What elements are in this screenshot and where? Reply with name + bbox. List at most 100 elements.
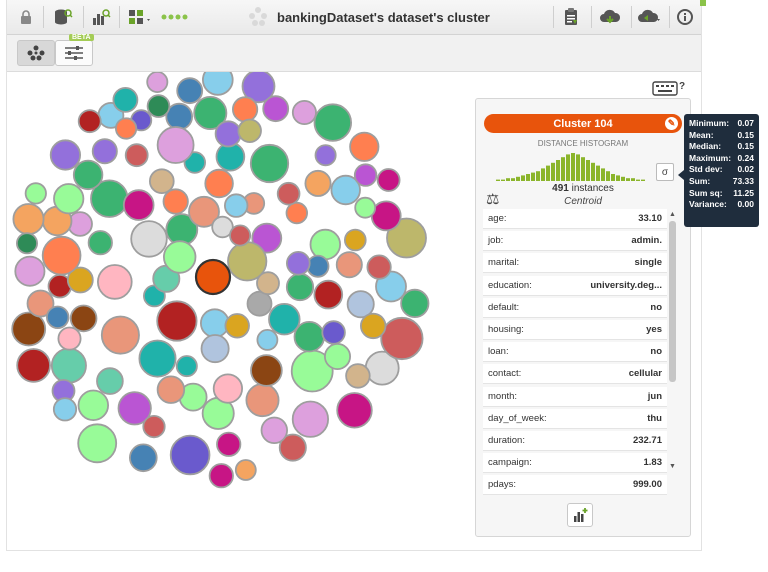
cluster-bubble[interactable]	[176, 77, 204, 105]
model-split-icon[interactable]	[125, 5, 155, 29]
cluster-bubble[interactable]	[46, 305, 70, 330]
cluster-bubble[interactable]	[77, 423, 118, 464]
cluster-bubble[interactable]	[250, 354, 283, 387]
selected-cluster-bubble[interactable]	[194, 258, 232, 296]
cluster-bubble[interactable]	[16, 348, 51, 383]
cluster-bubble[interactable]	[366, 254, 392, 280]
cluster-bubble[interactable]	[314, 144, 337, 167]
cluster-bubble[interactable]	[57, 326, 82, 351]
cluster-bubble[interactable]	[260, 416, 288, 445]
cluster-bubble[interactable]	[72, 159, 104, 191]
cluster-bubble[interactable]	[323, 342, 351, 370]
cluster-bubble[interactable]	[146, 94, 171, 118]
scroll-down-icon[interactable]: ▼	[668, 463, 677, 472]
cluster-bubble[interactable]	[293, 321, 326, 353]
cluster-bubble[interactable]	[313, 103, 352, 142]
cluster-bubble[interactable]	[204, 168, 234, 199]
cluster-bubble[interactable]	[12, 203, 45, 236]
cluster-bubble[interactable]	[169, 434, 211, 476]
cluster-bubble[interactable]	[245, 383, 280, 418]
cluster-bubble[interactable]	[156, 375, 186, 404]
cluster-bubble[interactable]	[77, 109, 102, 134]
cluster-bubble[interactable]	[214, 120, 242, 148]
cluster-bubble[interactable]	[370, 200, 402, 232]
cluster-bubble[interactable]	[246, 290, 273, 317]
cluster-bubble[interactable]	[376, 168, 401, 192]
cluster-bubble[interactable]	[14, 255, 46, 287]
cluster-bubble[interactable]	[256, 271, 280, 296]
cluster-bubble[interactable]	[97, 264, 133, 300]
cluster-bubble[interactable]	[268, 302, 301, 336]
cluster-bubble[interactable]	[146, 72, 169, 93]
cloud-sync-icon[interactable]	[635, 5, 665, 29]
cluster-view-button[interactable]	[17, 40, 55, 66]
bar-chart-search-icon[interactable]	[89, 5, 113, 29]
scroll-up-icon[interactable]: ▲	[668, 211, 677, 220]
cluster-bubble[interactable]	[262, 95, 290, 123]
cluster-bubble[interactable]	[291, 99, 317, 126]
cluster-bubble[interactable]	[124, 143, 149, 168]
cluster-bubble[interactable]	[380, 316, 424, 361]
cluster-bubble[interactable]	[112, 86, 139, 113]
cluster-bubble[interactable]	[175, 355, 198, 378]
cluster-bubble[interactable]	[200, 334, 230, 364]
cluster-bubble[interactable]	[309, 228, 342, 261]
cluster-bubble[interactable]	[336, 392, 373, 429]
cluster-bubble[interactable]	[11, 311, 47, 347]
cluster-bubble[interactable]	[212, 373, 243, 404]
cluster-bubble[interactable]	[349, 131, 380, 162]
cluster-bubble[interactable]	[232, 96, 259, 123]
cluster-bubble[interactable]	[77, 389, 110, 422]
cluster-bubble[interactable]	[229, 224, 252, 247]
report-icon[interactable]	[559, 5, 583, 29]
cluster-bubble[interactable]	[249, 143, 290, 184]
cluster-canvas[interactable]	[7, 72, 487, 512]
cluster-bubble[interactable]	[130, 220, 168, 258]
cluster-bubble[interactable]	[15, 232, 39, 255]
cluster-bubble[interactable]	[345, 363, 371, 389]
cluster-bubble[interactable]	[256, 328, 279, 351]
cluster-bubble[interactable]	[306, 254, 330, 278]
cluster-bubble[interactable]	[50, 347, 87, 384]
cluster-bubble[interactable]	[400, 288, 430, 318]
cluster-bubble[interactable]	[237, 118, 262, 144]
cluster-bubble[interactable]	[41, 235, 82, 276]
cloud-download-icon[interactable]	[595, 5, 625, 29]
edit-icon[interactable]: ✎	[665, 117, 678, 130]
add-chart-button[interactable]	[567, 503, 593, 527]
cluster-bubble[interactable]	[360, 312, 387, 340]
cluster-bubble[interactable]	[53, 183, 85, 215]
cluster-bubble[interactable]	[96, 367, 124, 395]
cluster-bubble[interactable]	[354, 196, 377, 219]
cluster-bubble[interactable]	[291, 400, 329, 438]
cluster-bubble[interactable]	[321, 320, 346, 345]
cluster-bubble[interactable]	[24, 182, 47, 205]
cluster-bubble[interactable]	[162, 188, 189, 215]
keyboard-shortcuts-icon[interactable]: ?	[652, 79, 686, 100]
cluster-bubble[interactable]	[202, 72, 234, 96]
cluster-bubble[interactable]	[200, 308, 230, 339]
cluster-bubble[interactable]	[138, 339, 177, 378]
cluster-bubble[interactable]	[335, 251, 363, 279]
cluster-bubble[interactable]	[122, 189, 155, 221]
cluster-bubble[interactable]	[224, 313, 250, 339]
cluster-bubble[interactable]	[276, 181, 301, 206]
cluster-bubble[interactable]	[313, 279, 344, 310]
lock-icon[interactable]	[15, 5, 37, 29]
info-icon[interactable]	[673, 5, 697, 29]
cluster-bubble[interactable]	[216, 431, 242, 457]
cluster-bubble[interactable]	[100, 315, 140, 355]
cluster-bubble[interactable]	[285, 272, 315, 302]
scroll-thumb[interactable]	[669, 221, 676, 382]
cluster-bubbles[interactable]	[7, 72, 487, 512]
fields-scrollbar[interactable]: ▲ ▼	[668, 211, 677, 491]
cluster-bubble[interactable]	[208, 463, 234, 489]
cluster-bubble[interactable]	[49, 139, 82, 171]
cluster-bubble[interactable]	[142, 414, 166, 439]
cluster-bubble[interactable]	[234, 459, 257, 481]
cluster-bubble[interactable]	[156, 126, 195, 164]
cluster-bubble[interactable]	[304, 169, 332, 197]
cluster-bubble[interactable]	[115, 117, 138, 140]
cluster-bubble[interactable]	[129, 443, 158, 473]
cluster-bubble[interactable]	[91, 138, 118, 165]
